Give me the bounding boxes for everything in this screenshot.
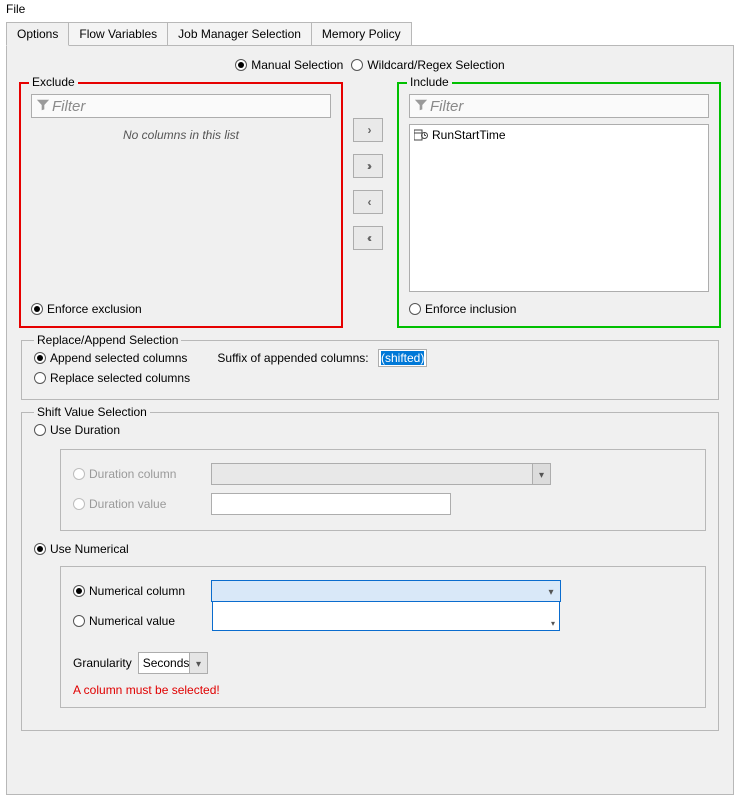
remove-all-button[interactable]: ‹‹ (353, 226, 383, 250)
enforce-inclusion-label: Enforce inclusion (425, 302, 516, 316)
replace-append-legend: Replace/Append Selection (34, 333, 181, 347)
wildcard-selection-label: Wildcard/Regex Selection (367, 58, 504, 72)
numerical-column-combo[interactable]: ▾ (211, 580, 561, 602)
tab-panel-options: Manual Selection Wildcard/Regex Selectio… (6, 45, 734, 795)
menu-file[interactable]: File (0, 0, 31, 18)
include-item-0-label: RunStartTime (432, 128, 506, 142)
use-duration-label: Use Duration (50, 423, 120, 437)
append-columns-label: Append selected columns (50, 351, 187, 365)
use-duration-radio[interactable]: Use Duration (34, 423, 120, 437)
enforce-exclusion-radio[interactable]: Enforce exclusion (31, 302, 142, 316)
use-numerical-label: Use Numerical (50, 542, 129, 556)
list-item[interactable]: RunStartTime (412, 127, 706, 143)
exclude-filter-input[interactable]: Filter (31, 94, 331, 118)
manual-selection-radio[interactable]: Manual Selection (235, 58, 343, 72)
filter-icon (36, 98, 50, 115)
suffix-input[interactable]: (shifted) (378, 349, 427, 367)
add-button[interactable]: › (353, 118, 383, 142)
enforce-inclusion-radio[interactable]: Enforce inclusion (409, 302, 516, 316)
duration-value-radio: Duration value (73, 497, 166, 511)
exclude-column-list[interactable]: No columns in this list (31, 124, 331, 292)
add-all-button[interactable]: ›› (353, 154, 383, 178)
remove-button[interactable]: ‹ (353, 190, 383, 214)
granularity-label: Granularity (73, 656, 132, 670)
tab-memory-policy[interactable]: Memory Policy (311, 22, 412, 46)
include-box: Include Filter (397, 82, 721, 328)
include-filter-placeholder: Filter (430, 98, 463, 115)
duration-group: Duration column Duration value (60, 449, 706, 531)
duration-value-label: Duration value (89, 497, 166, 511)
include-legend: Include (407, 75, 452, 89)
duration-column-label: Duration column (89, 467, 176, 481)
move-buttons: › ›› ‹ ‹‹ (353, 118, 387, 328)
exclude-legend: Exclude (29, 75, 78, 89)
tab-bar: Options Flow Variables Job Manager Selec… (6, 22, 734, 46)
granularity-value: Seconds (139, 656, 190, 670)
chevron-down-icon: ▾ (551, 619, 555, 628)
numerical-group: Numerical column ▾ Numerical v (60, 566, 706, 708)
duration-value-input (211, 493, 451, 515)
replace-columns-radio[interactable]: Replace selected columns (34, 371, 190, 385)
suffix-label: Suffix of appended columns: (217, 351, 368, 365)
replace-columns-label: Replace selected columns (50, 371, 190, 385)
append-columns-radio[interactable]: Append selected columns (34, 351, 187, 365)
tab-options[interactable]: Options (6, 22, 69, 46)
shift-legend: Shift Value Selection (34, 405, 150, 419)
shift-value-fieldset: Shift Value Selection Use Duration Durat… (21, 412, 719, 731)
tab-job-manager[interactable]: Job Manager Selection (167, 22, 312, 46)
numerical-value-radio[interactable]: Numerical value (73, 614, 175, 628)
chevron-down-icon (548, 584, 553, 598)
datetime-icon (414, 129, 428, 141)
tab-flow-variables[interactable]: Flow Variables (68, 22, 168, 46)
duration-column-radio: Duration column (73, 467, 176, 481)
manual-selection-label: Manual Selection (251, 58, 343, 72)
exclude-filter-placeholder: Filter (52, 98, 85, 115)
chevron-down-icon (539, 467, 544, 481)
numerical-error-text: A column must be selected! (73, 683, 693, 697)
use-numerical-radio[interactable]: Use Numerical (34, 542, 129, 556)
numerical-column-dropdown[interactable]: ▾ (212, 601, 560, 631)
duration-column-combo (211, 463, 551, 485)
filter-icon (414, 98, 428, 115)
include-column-list[interactable]: RunStartTime (409, 124, 709, 292)
exclude-box: Exclude Filter No columns in this list E… (19, 82, 343, 328)
include-filter-input[interactable]: Filter (409, 94, 709, 118)
granularity-combo[interactable]: Seconds (138, 652, 208, 674)
enforce-exclusion-label: Enforce exclusion (47, 302, 142, 316)
numerical-value-label: Numerical value (89, 614, 175, 628)
replace-append-fieldset: Replace/Append Selection Append selected… (21, 340, 719, 400)
wildcard-selection-radio[interactable]: Wildcard/Regex Selection (351, 58, 504, 72)
chevron-down-icon (196, 656, 201, 670)
numerical-column-label: Numerical column (89, 584, 185, 598)
exclude-empty-text: No columns in this list (123, 128, 239, 142)
numerical-column-radio[interactable]: Numerical column (73, 584, 185, 598)
